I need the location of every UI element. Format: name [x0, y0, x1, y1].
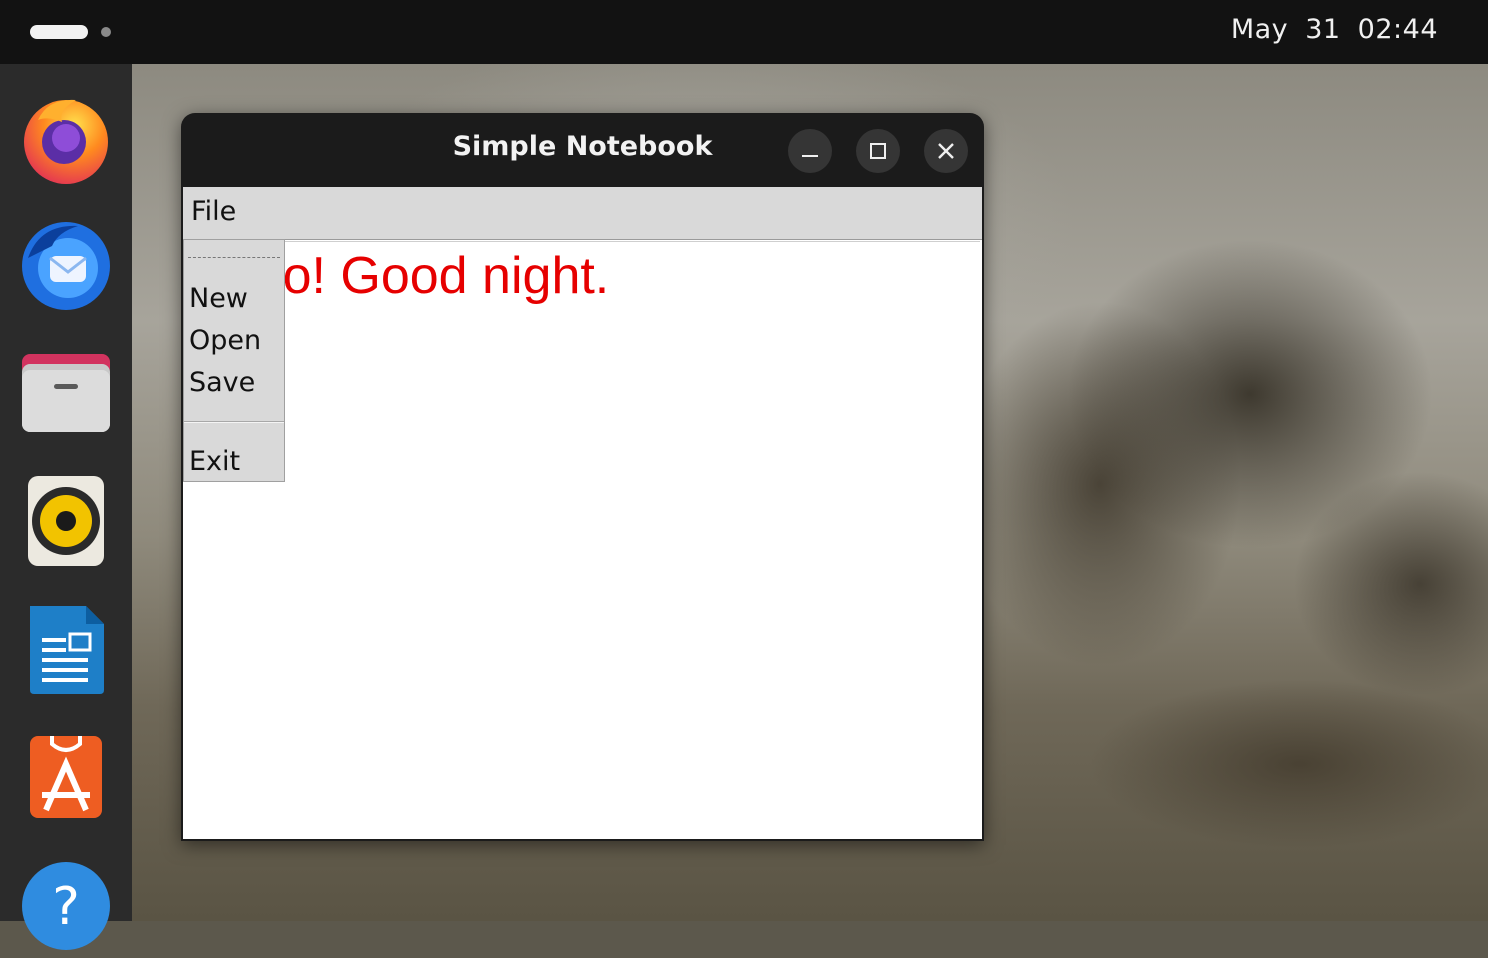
title-bar[interactable]: Simple Notebook	[181, 113, 984, 187]
app-center-icon[interactable]	[18, 730, 114, 826]
text-editor[interactable]: Hello! Good night.	[183, 241, 980, 838]
thunderbird-icon[interactable]	[18, 218, 114, 314]
svg-text:?: ?	[52, 877, 80, 937]
menu-item-save[interactable]: Save	[189, 367, 255, 398]
tearoff-line[interactable]	[188, 257, 280, 258]
file-menu-dropdown: New Open Save Exit	[183, 239, 285, 482]
clock[interactable]: May 31 02:44	[1231, 14, 1438, 45]
firefox-icon[interactable]	[18, 90, 114, 186]
menu-file[interactable]: File	[191, 196, 236, 227]
files-icon[interactable]	[18, 346, 114, 442]
menu-item-open[interactable]: Open	[189, 325, 261, 356]
close-button[interactable]	[924, 129, 968, 173]
notebook-window: Simple Notebook File Hello! Good night.	[181, 113, 984, 841]
rhythmbox-icon[interactable]	[18, 474, 114, 570]
menu-separator	[184, 421, 284, 423]
workspace-dot[interactable]	[101, 27, 111, 37]
menu-item-exit[interactable]: Exit	[189, 446, 240, 477]
maximize-icon	[870, 143, 886, 159]
dock: ?	[0, 64, 132, 950]
maximize-button[interactable]	[856, 129, 900, 173]
help-icon[interactable]: ?	[18, 858, 114, 954]
window-client-area: File Hello! Good night.	[183, 187, 982, 839]
close-icon	[938, 143, 954, 159]
menu-bar: File	[183, 187, 982, 240]
top-bar: May 31 02:44	[0, 0, 1488, 64]
activities-indicator[interactable]	[30, 25, 88, 39]
minimize-button[interactable]	[788, 129, 832, 173]
minimize-icon	[802, 155, 818, 157]
menu-item-new[interactable]: New	[189, 283, 248, 314]
writer-icon[interactable]	[18, 602, 114, 698]
